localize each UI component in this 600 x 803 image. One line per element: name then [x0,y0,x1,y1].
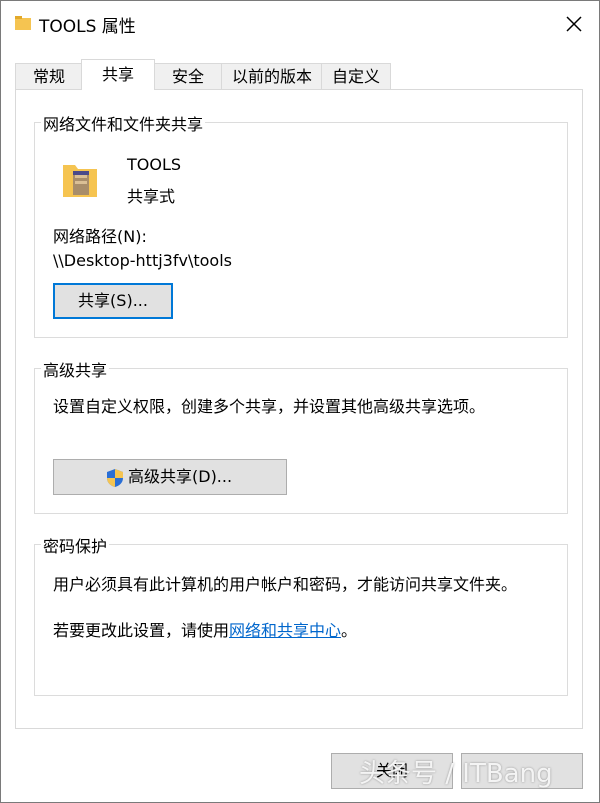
tab-previous-versions[interactable]: 以前的版本 [221,63,323,89]
network-path-label: 网络路径(N): [53,227,147,246]
title-bar: TOOLS 属性 [1,1,599,47]
password-protection-label: 密码保护 [41,533,110,557]
folder-share-status: 共享式 [127,187,176,206]
advanced-sharing-button[interactable]: 高级共享(D)... [53,459,287,495]
shared-folder-icon [63,165,97,197]
network-path-value: \\Desktop-httj3fv\tools [53,251,232,270]
folder-icon [15,16,31,30]
advanced-sharing-label: 高级共享 [41,357,110,381]
close-button[interactable] [557,7,591,41]
window-title: TOOLS 属性 [39,17,136,37]
close-icon [566,16,582,32]
network-sharing-group: 网络文件和文件夹共享 TOOLS 共享式 网络路径(N): \\Desktop-… [34,111,568,338]
network-sharing-label: 网络文件和文件夹共享 [41,111,206,135]
properties-window: TOOLS 属性 常规 共享 安全 以前的版本 自定义 网络文件和文件夹共享 T… [0,0,600,803]
password-protection-group: 密码保护 用户必须具有此计算机的用户帐户和密码，才能访问共享文件夹。 若要更改此… [34,533,568,696]
tab-customize[interactable]: 自定义 [321,63,391,89]
password-protection-text: 用户必须具有此计算机的用户帐户和密码，才能访问共享文件夹。 [53,575,518,594]
share-button[interactable]: 共享(S)... [53,283,173,319]
tab-security[interactable]: 安全 [153,63,223,89]
network-sharing-center-link[interactable]: 网络和共享中心 [229,621,341,640]
watermark-text: 头条号 / ITBang [359,759,553,789]
change-text-suffix: 。 [341,621,358,640]
shield-icon [107,469,123,487]
tab-sharing[interactable]: 共享 [81,59,155,90]
advanced-sharing-description: 设置自定义权限，创建多个共享，并设置其他高级共享选项。 [53,397,486,416]
tab-general[interactable]: 常规 [15,63,83,89]
password-protection-change-text: 若要更改此设置，请使用网络和共享中心。 [53,617,357,641]
sharing-panel: 网络文件和文件夹共享 TOOLS 共享式 网络路径(N): \\Desktop-… [15,89,583,729]
advanced-sharing-button-label: 高级共享(D)... [128,467,233,486]
folder-name: TOOLS [127,155,182,174]
advanced-sharing-group: 高级共享 设置自定义权限，创建多个共享，并设置其他高级共享选项。 高级共享(D)… [34,357,568,514]
change-text-prefix: 若要更改此设置，请使用 [53,621,230,640]
